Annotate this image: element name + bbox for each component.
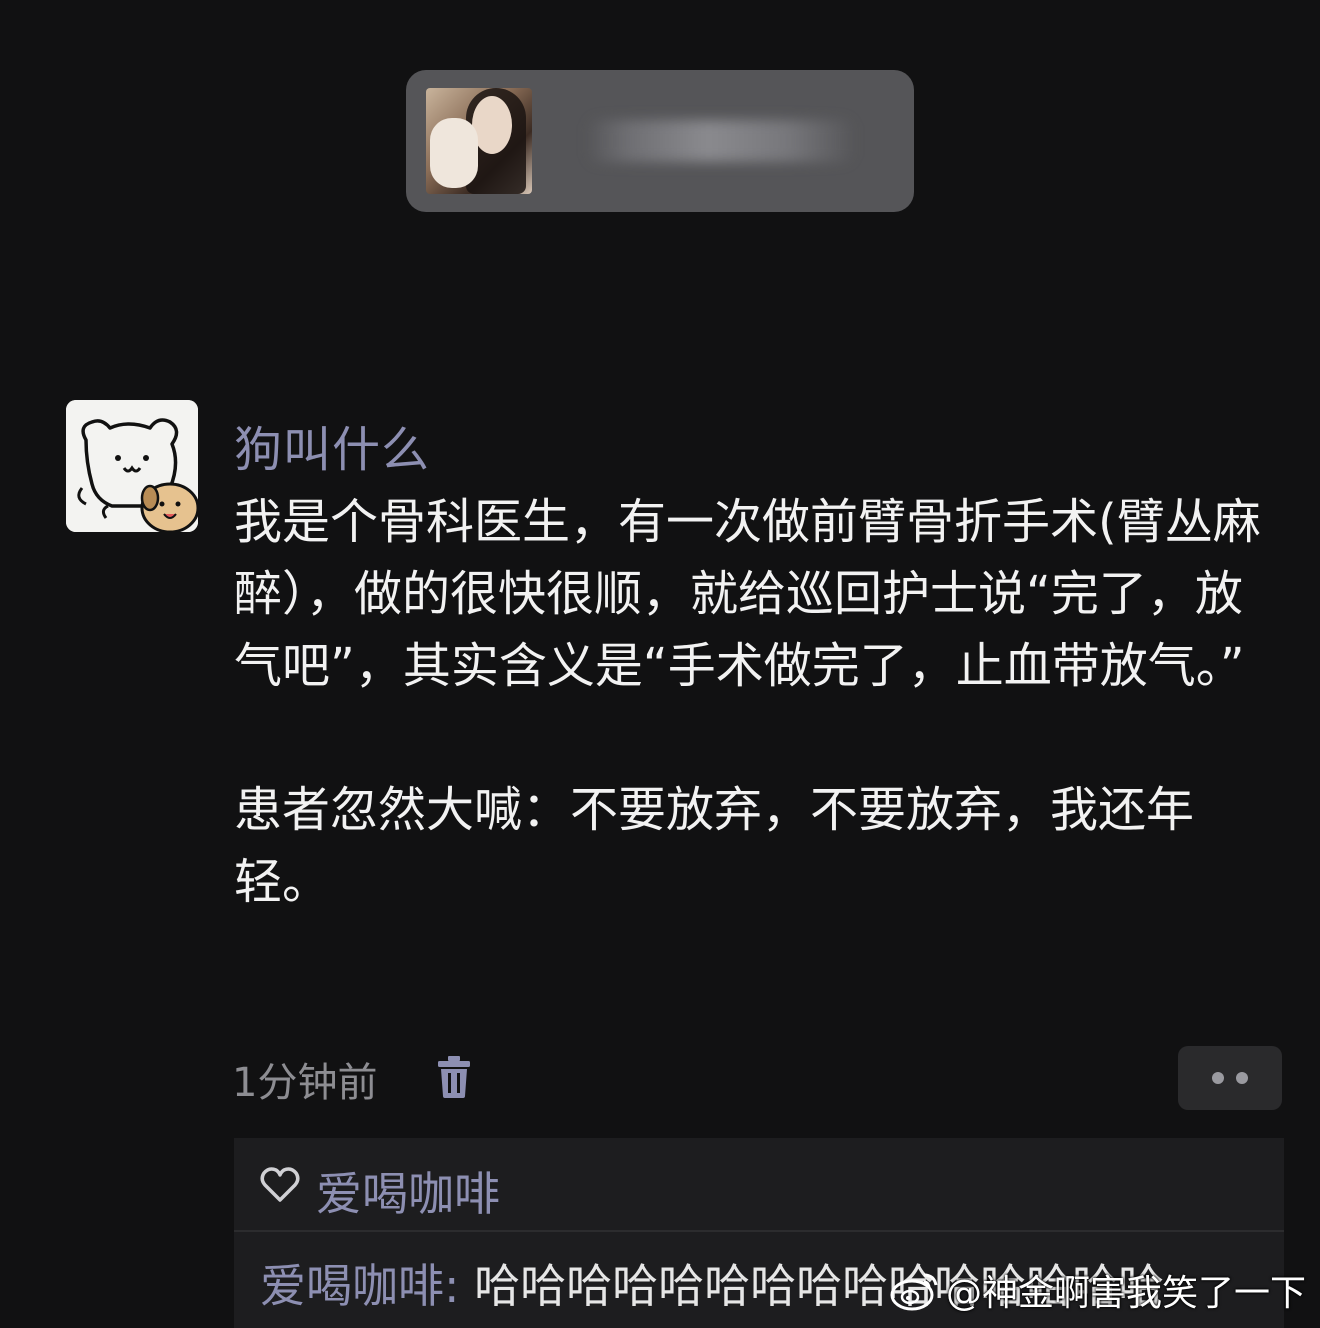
blurred-username xyxy=(586,120,856,162)
liker-name[interactable]: 爱喝咖啡 xyxy=(316,1158,500,1224)
likes-row: 爱喝咖啡 xyxy=(234,1138,1284,1232)
post-timestamp: 1分钟前 xyxy=(232,1060,378,1106)
post-author-name[interactable]: 狗叫什么 xyxy=(234,410,430,480)
bear-dog-avatar-icon xyxy=(66,400,198,532)
quoted-user-avatar xyxy=(426,88,532,194)
post-paragraph: 患者忽然大喊：不要放弃，不要放弃，我还年轻。 xyxy=(234,782,1195,910)
more-options-button[interactable] xyxy=(1178,1046,1282,1110)
reply-author[interactable]: 爱喝咖啡: xyxy=(260,1259,460,1313)
heart-icon[interactable] xyxy=(260,1166,300,1204)
weibo-icon xyxy=(890,1273,938,1311)
more-dots-icon xyxy=(1212,1072,1224,1084)
post-paragraph: 我是个骨科医生，有一次做前臂骨折手术(臂丛麻醉），做的很快很顺，就给巡回护士说“… xyxy=(234,494,1261,694)
trash-icon[interactable] xyxy=(436,1056,472,1098)
post-content: 我是个骨科医生，有一次做前臂骨折手术(臂丛麻醉），做的很快很顺，就给巡回护士说“… xyxy=(234,486,1274,918)
watermark-text: @神金啊害我笑了一下 xyxy=(945,1273,1306,1314)
watermark: @神金啊害我笑了一下 xyxy=(890,1262,1306,1318)
more-dots-icon xyxy=(1236,1072,1248,1084)
author-avatar[interactable] xyxy=(66,400,198,532)
quoted-user-card[interactable] xyxy=(406,70,914,212)
